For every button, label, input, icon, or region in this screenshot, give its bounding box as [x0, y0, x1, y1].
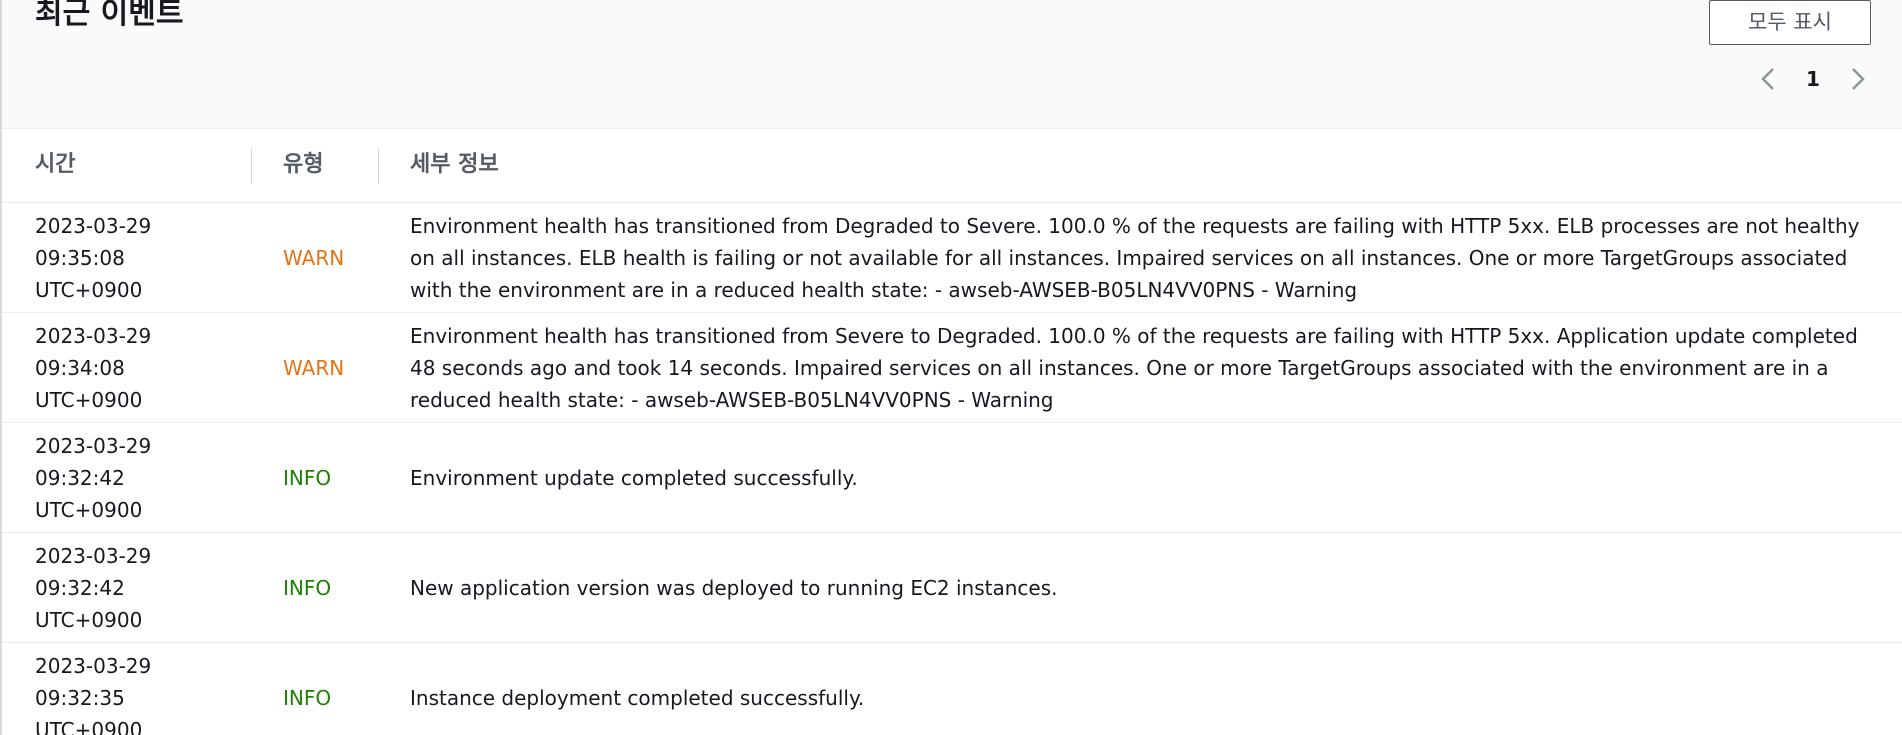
event-time: 2023-03-29 09:32:35 UTC+0900	[35, 650, 235, 735]
show-all-button[interactable]: 모두 표시	[1709, 0, 1871, 45]
event-details: Environment health has transitioned from…	[410, 214, 1860, 302]
column-header-details[interactable]: 세부 정보	[410, 128, 499, 202]
chevron-left-icon	[1761, 68, 1774, 90]
event-details: Instance deployment completed successful…	[410, 686, 865, 710]
event-date: 2023-03-29	[35, 654, 152, 678]
table-row: 2023-03-29 09:34:08 UTC+0900 WARN Enviro…	[2, 312, 1902, 423]
column-header-type[interactable]: 유형	[283, 128, 323, 202]
column-header-time[interactable]: 시간	[35, 128, 75, 202]
event-timezone: UTC+0900	[35, 278, 143, 302]
pagination: 1	[1754, 62, 1872, 96]
event-timezone: UTC+0900	[35, 608, 143, 632]
event-timezone: UTC+0900	[35, 388, 143, 412]
event-type-badge: INFO	[283, 686, 332, 710]
event-time: 2023-03-29 09:32:42 UTC+0900	[35, 540, 235, 636]
event-time: 2023-03-29 09:34:08 UTC+0900	[35, 320, 235, 416]
event-details: New application version was deployed to …	[410, 576, 1058, 600]
table-row: 2023-03-29 09:32:35 UTC+0900 INFO Instan…	[2, 642, 1902, 735]
event-date: 2023-03-29	[35, 434, 152, 458]
next-page-button[interactable]	[1844, 62, 1872, 96]
event-clock: 09:35:08	[35, 246, 125, 270]
event-clock: 09:34:08	[35, 356, 125, 380]
event-type-badge: WARN	[283, 356, 345, 380]
event-type-badge: WARN	[283, 246, 345, 270]
event-clock: 09:32:35	[35, 686, 125, 710]
recent-events-panel: 최근 이벤트 모두 표시 1 시간 유형 세부 정보 2023-03-29 09…	[0, 0, 1902, 735]
event-date: 2023-03-29	[35, 324, 152, 348]
panel-header: 최근 이벤트 모두 표시 1	[2, 0, 1902, 129]
event-details: Environment health has transitioned from…	[410, 324, 1858, 412]
panel-title: 최근 이벤트	[35, 0, 184, 31]
event-details: Environment update completed successfull…	[410, 466, 858, 490]
event-clock: 09:32:42	[35, 466, 125, 490]
event-date: 2023-03-29	[35, 214, 152, 238]
event-date: 2023-03-29	[35, 544, 152, 568]
column-divider[interactable]	[251, 148, 252, 184]
table-row: 2023-03-29 09:32:42 UTC+0900 INFO Enviro…	[2, 422, 1902, 533]
event-time: 2023-03-29 09:35:08 UTC+0900	[35, 210, 235, 306]
table-row: 2023-03-29 09:32:42 UTC+0900 INFO New ap…	[2, 532, 1902, 643]
event-timezone: UTC+0900	[35, 718, 143, 735]
column-divider[interactable]	[378, 148, 379, 184]
prev-page-button[interactable]	[1754, 62, 1782, 96]
chevron-right-icon	[1852, 68, 1865, 90]
table-row: 2023-03-29 09:35:08 UTC+0900 WARN Enviro…	[2, 202, 1902, 313]
event-type-badge: INFO	[283, 576, 332, 600]
page-number-current[interactable]: 1	[1782, 67, 1844, 91]
event-timezone: UTC+0900	[35, 498, 143, 522]
event-type-badge: INFO	[283, 466, 332, 490]
event-time: 2023-03-29 09:32:42 UTC+0900	[35, 430, 235, 526]
event-clock: 09:32:42	[35, 576, 125, 600]
